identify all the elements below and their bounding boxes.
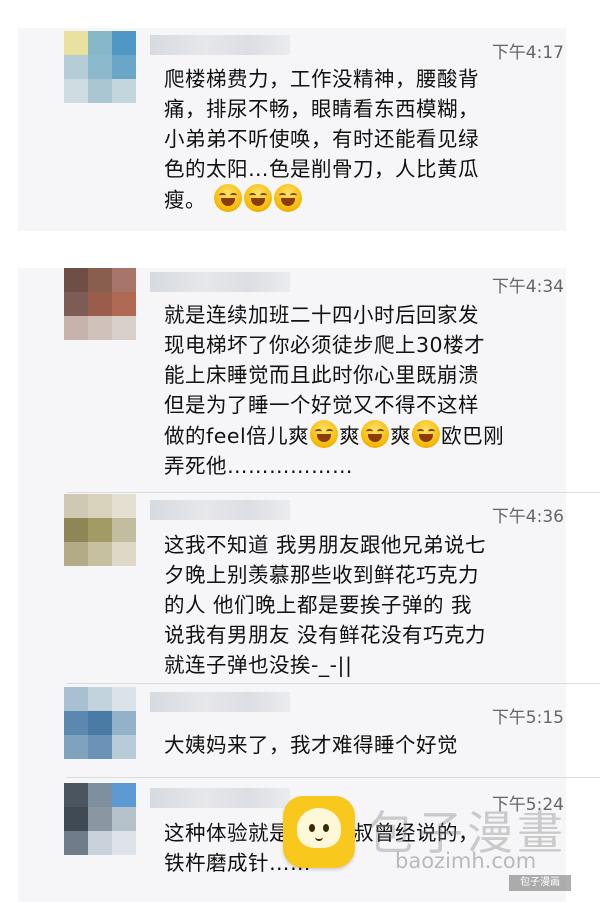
comment-divider [66, 683, 600, 684]
watermark: 包子漫畫 baozimh.com 包子漫画 [283, 793, 583, 893]
comment-line: 痛，排尿不畅，眼睛看东西模糊， [164, 97, 479, 121]
comment-time: 下午4:34 [491, 277, 564, 297]
username-blurred [150, 35, 290, 55]
comment-line: 小弟弟不听使唤，有时还能看见绿 [164, 127, 479, 151]
username-blurred [150, 500, 290, 520]
laugh-cry-emoji-icon [244, 184, 273, 212]
comment-line: 这我不知道 我男朋友跟他兄弟说七 [164, 533, 487, 557]
comment-divider [66, 492, 600, 493]
comment-line: 就连子弹也没挨-_-|| [164, 653, 353, 677]
avatar[interactable] [64, 268, 136, 340]
avatar[interactable] [64, 494, 136, 566]
comment-line-text: 爽 [339, 424, 361, 448]
comment-time: 下午4:17 [491, 43, 564, 63]
comment-line: 瘦。 [164, 184, 544, 215]
comment-line-text: 欧巴刚 [441, 424, 505, 448]
comment-line: 爬楼梯费力，工作没精神，腰酸背 [164, 67, 479, 91]
laugh-cry-emoji-icon [310, 420, 339, 448]
comment-line: 夕晚上别羡慕那些收到鲜花巧克力 [164, 563, 479, 587]
watermark-badge: 包子漫画 [509, 875, 571, 891]
comment-time: 下午5:15 [491, 708, 564, 728]
comment-text: 就是连续加班二十四小时后回家发 现电梯坏了你必须徒步爬上30楼才 能上床睡觉而且… [164, 300, 544, 481]
avatar[interactable] [64, 783, 136, 855]
comment-text: 这我不知道 我男朋友跟他兄弟说七 夕晚上别羡慕那些收到鲜花巧克力 的人 他们晚上… [164, 530, 544, 680]
comment-divider [66, 777, 600, 778]
comment-text: 大姨妈来了，我才难得睡个好觉 [164, 730, 544, 760]
comment-line: 大姨妈来了，我才难得睡个好觉 [164, 733, 458, 757]
comment-text: 爬楼梯费力，工作没精神，腰酸背 痛，排尿不畅，眼睛看东西模糊， 小弟弟不听使唤，… [164, 64, 544, 215]
laugh-cry-emoji-icon [412, 420, 441, 448]
comment-line-text: 爽 [390, 424, 412, 448]
username-blurred [150, 788, 290, 808]
comment-line: 色的太阳…色是削骨刀，人比黄瓜 [164, 157, 479, 181]
comment-line: 但是为了睡一个好觉又不得不这样 [164, 393, 479, 417]
comment-line-text: 瘦。 [164, 188, 206, 212]
laugh-cry-emoji-icon [361, 420, 390, 448]
comment-line: 能上床睡觉而且此时你心里既崩溃 [164, 363, 479, 387]
comment-line-text: 做的feel倍儿爽 [164, 424, 310, 448]
comment-line: 现电梯坏了你必须徒步爬上30楼才 [164, 333, 486, 357]
username-blurred [150, 692, 290, 712]
laugh-cry-emoji-icon [274, 184, 303, 212]
comment-line: 弄死他……………… [164, 454, 353, 478]
avatar[interactable] [64, 687, 136, 759]
username-blurred [150, 272, 290, 292]
watermark-url: baozimh.com [395, 849, 537, 873]
comment-time: 下午4:36 [491, 507, 564, 527]
avatar[interactable] [64, 31, 136, 103]
comment-line: 的人 他们晚上都是要挨子弹的 我 [164, 593, 473, 617]
comment-line: 说我有男朋友 没有鲜花没有巧克力 [164, 623, 487, 647]
comment-line: 做的feel倍儿爽 爽 爽 欧巴刚 [164, 420, 544, 451]
comment-line: 就是连续加班二十四小时后回家发 [164, 303, 479, 327]
laugh-cry-emoji-icon [214, 184, 243, 212]
baozi-logo-icon [283, 796, 355, 868]
